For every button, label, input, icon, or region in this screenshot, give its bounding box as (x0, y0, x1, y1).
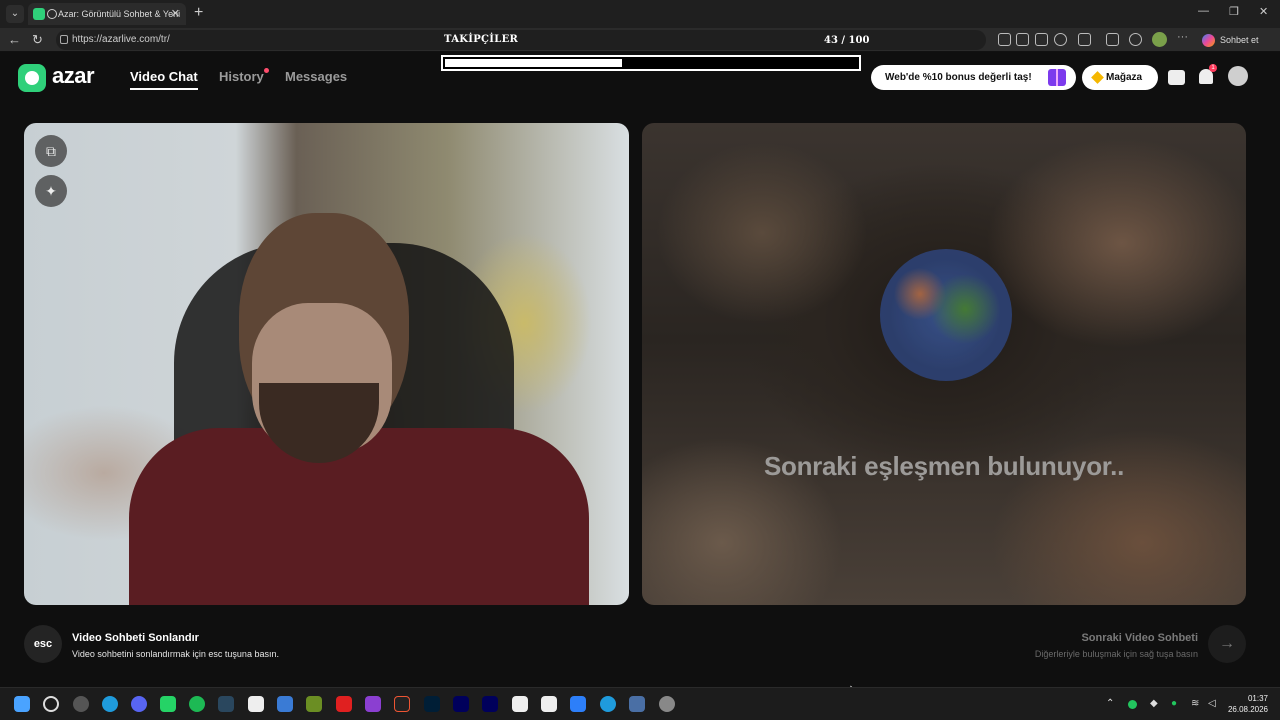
active-nav-underline (130, 88, 198, 90)
reader-icon[interactable] (1035, 33, 1048, 46)
tray-chevron-icon[interactable]: ⌃ (1106, 698, 1114, 709)
clock-time: 01:37 (1247, 694, 1268, 703)
split-screen-icon[interactable] (1106, 33, 1119, 46)
wifi-icon[interactable]: ≋ (1191, 698, 1199, 709)
restore-icon[interactable]: ❐ (1229, 5, 1239, 18)
followers-goal-bar (441, 55, 861, 71)
nav-video-chat[interactable]: Video Chat (130, 69, 198, 84)
app-icon[interactable] (248, 696, 264, 712)
local-camera-view: ⧉ ✦ (24, 123, 629, 605)
url-text: https://azarlive.com/tr/ (72, 34, 170, 45)
tradingview-icon[interactable] (541, 696, 557, 712)
tab-close-icon[interactable]: ✕ (171, 3, 180, 25)
azar-favicon-icon (33, 8, 45, 20)
capcut-icon[interactable] (512, 696, 528, 712)
site-info-icon[interactable] (60, 35, 68, 44)
copilot-button[interactable]: Sohbet et (1200, 31, 1272, 49)
new-tab-plus-icon[interactable]: + (194, 4, 203, 22)
next-chat-title: Sonraki Video Sohbeti (1081, 632, 1198, 644)
profile-avatar-icon[interactable] (1152, 32, 1167, 47)
collections-icon[interactable] (1129, 33, 1142, 46)
copilot-label: Sohbet et (1220, 35, 1259, 45)
end-chat-esc-button[interactable]: esc (24, 625, 62, 663)
app-red-icon[interactable] (394, 696, 410, 712)
end-chat-description: Video sohbetini sonlandırmak için esc tu… (72, 649, 279, 659)
audio-indicator-icon (47, 9, 57, 19)
after-effects-icon[interactable] (453, 696, 469, 712)
logo-text[interactable]: azar (52, 63, 95, 89)
pip-toggle-icon[interactable]: ⧉ (35, 135, 67, 167)
searching-status: Sonraki eşleşmen bulunuyor.. (763, 451, 1125, 481)
window-close-icon[interactable]: ✕ (1259, 5, 1268, 18)
next-chat-description: Diğerleriyle buluşmak için sağ tuşa bası… (1034, 649, 1198, 659)
tab-list-chevron-icon[interactable]: ⌄ (6, 5, 24, 23)
steam-icon[interactable] (218, 696, 234, 712)
back-arrow-icon[interactable]: ← (8, 32, 21, 47)
tab-title: Azar: Görüntülü Sohbet & Yeni (58, 9, 181, 19)
browser-tab[interactable]: Azar: Görüntülü Sohbet & Yeni ✕ (28, 3, 186, 25)
nav-history[interactable]: History (219, 69, 264, 84)
start-windows-icon[interactable] (14, 696, 30, 712)
browser-tab-bar: ⌄ Azar: Görüntülü Sohbet & Yeni ✕ + — ❐ … (0, 0, 1280, 28)
azar-app: azar Video Chat History Messages Web'de … (0, 52, 1280, 699)
extensions-icon[interactable] (1078, 33, 1091, 46)
search-icon[interactable] (43, 696, 59, 712)
windows-taskbar: ⌃ ◆ ● ≋ ◁ 01:37 26.08.2026 (0, 687, 1280, 720)
settings-icon[interactable] (659, 696, 675, 712)
next-chat-arrow-button[interactable]: → (1208, 625, 1246, 663)
minimize-icon[interactable]: — (1198, 5, 1209, 17)
notification-badge: 1 (1209, 64, 1217, 72)
effects-wand-icon[interactable]: ✦ (35, 175, 67, 207)
person-body (129, 428, 589, 605)
bonus-promo-button[interactable]: Web'de %10 bonus değerli taş! (871, 65, 1076, 90)
tray-steam-icon[interactable]: ◆ (1150, 698, 1158, 709)
discord-icon[interactable] (131, 696, 147, 712)
nav-messages[interactable]: Messages (285, 69, 347, 84)
more-menu-icon[interactable]: ··· (1177, 31, 1190, 44)
copilot-icon (1202, 34, 1215, 47)
apps-icon[interactable] (1016, 33, 1029, 46)
edge-icon[interactable] (102, 696, 118, 712)
followers-goal-title: TAKİPÇİLER (444, 34, 519, 45)
camera-icon[interactable] (998, 33, 1011, 46)
app-gear-icon[interactable] (629, 696, 645, 712)
profile-avatar[interactable] (1228, 66, 1248, 86)
globe-icon (880, 249, 1012, 381)
reload-icon[interactable]: ↻ (32, 32, 43, 48)
tray-status-icon[interactable] (1128, 700, 1137, 709)
azar-logo-icon[interactable] (18, 64, 46, 92)
system-clock[interactable]: 01:37 26.08.2026 (1228, 693, 1268, 715)
remote-video-view: Sonraki eşleşmen bulunuyor.. (642, 123, 1246, 605)
premiere-icon[interactable] (482, 696, 498, 712)
app-blue-icon[interactable] (570, 696, 586, 712)
app-purple-icon[interactable] (365, 696, 381, 712)
obs-icon[interactable] (73, 696, 89, 712)
followers-goal-fill (445, 59, 623, 67)
end-chat-title: Video Sohbeti Sonlandır (72, 632, 199, 644)
address-toolbar: ← ↻ https://azarlive.com/tr/ ··· Sohbet … (0, 28, 1280, 52)
favorite-star-icon[interactable] (1054, 33, 1067, 46)
photoshop-icon[interactable] (424, 696, 440, 712)
bonus-label: Web'de %10 bonus değerli taş! (885, 72, 1032, 83)
gem-icon (1091, 71, 1104, 84)
spotify-icon[interactable] (189, 696, 205, 712)
acrobat-icon[interactable] (336, 696, 352, 712)
whatsapp-icon[interactable] (160, 696, 176, 712)
followers-goal-count: 43 / 100 (824, 35, 870, 46)
microphone-icon[interactable]: ● (1171, 698, 1177, 709)
inventory-box-icon[interactable] (1168, 70, 1185, 85)
gift-icon (1048, 69, 1066, 86)
history-notification-dot (264, 68, 269, 73)
clock-date: 26.08.2026 (1227, 705, 1268, 714)
file-icon[interactable] (306, 696, 322, 712)
shop-button[interactable]: Mağaza (1082, 65, 1158, 90)
volume-icon[interactable]: ◁ (1208, 698, 1216, 709)
edge-dev-icon[interactable] (600, 696, 616, 712)
shop-label: Mağaza (1106, 72, 1143, 83)
calculator-icon[interactable] (277, 696, 293, 712)
